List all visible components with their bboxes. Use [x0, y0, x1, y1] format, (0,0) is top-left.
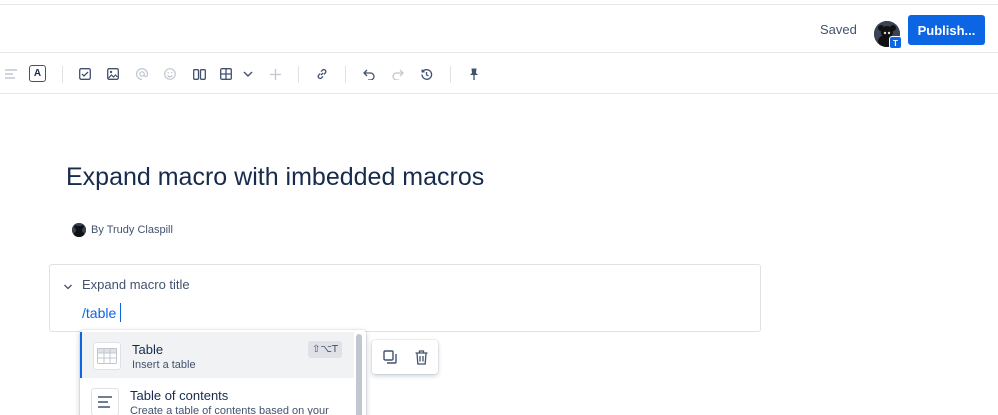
- author-name[interactable]: By Trudy Claspill: [91, 224, 173, 236]
- emoji-icon[interactable]: [162, 66, 178, 82]
- toolbar-separator: [450, 66, 451, 83]
- slash-command-menu: Table Insert a table ⇧⌥T Table of conten…: [80, 330, 366, 415]
- menu-item-title: Table of contents: [130, 388, 229, 403]
- table-icon[interactable]: [218, 66, 234, 82]
- keyboard-shortcut: ⇧⌥T: [308, 341, 343, 358]
- pin-icon[interactable]: [466, 66, 482, 82]
- layout-icon[interactable]: [191, 66, 207, 82]
- toc-icon: [91, 388, 119, 415]
- scrollbar-thumb[interactable]: [356, 334, 362, 415]
- toolbar-separator: [62, 66, 63, 83]
- link-icon[interactable]: [314, 66, 330, 82]
- plus-icon[interactable]: [267, 66, 283, 82]
- mention-icon[interactable]: [134, 66, 150, 82]
- menu-item-table-of-contents[interactable]: Table of contents Create a table of cont…: [80, 378, 354, 415]
- author-avatar[interactable]: [72, 223, 86, 237]
- byline: By Trudy Claspill: [72, 222, 173, 238]
- menu-scrollbar[interactable]: [356, 332, 362, 415]
- chevron-down-icon[interactable]: [240, 66, 256, 82]
- image-icon[interactable]: [105, 66, 121, 82]
- expand-title-field[interactable]: Expand macro title: [82, 277, 190, 292]
- history-icon[interactable]: [418, 66, 434, 82]
- align-left-icon[interactable]: [3, 66, 19, 82]
- slash-command-input[interactable]: /table: [82, 305, 116, 321]
- text-color-icon[interactable]: A: [29, 65, 46, 82]
- copy-icon[interactable]: [381, 348, 399, 366]
- text-cursor: [120, 303, 121, 322]
- expand-macro[interactable]: Expand macro title /table: [49, 264, 761, 332]
- menu-item-description: Create a table of contents based on your: [130, 405, 329, 415]
- undo-icon[interactable]: [361, 66, 377, 82]
- table-icon: [93, 342, 121, 370]
- menu-item-title: Table: [132, 342, 164, 357]
- menu-item-table[interactable]: Table Insert a table ⇧⌥T: [80, 332, 354, 378]
- publish-button[interactable]: Publish...: [908, 15, 985, 45]
- user-avatar[interactable]: T: [874, 21, 902, 49]
- toolbar-separator: [298, 66, 299, 83]
- checkbox-icon[interactable]: [77, 66, 93, 82]
- avatar-badge: T: [889, 36, 902, 49]
- editor-toolbar: A: [0, 54, 998, 94]
- macro-floating-toolbar: [372, 340, 438, 374]
- redo-icon[interactable]: [390, 66, 406, 82]
- editor-header: Saved T Publish...: [0, 5, 998, 53]
- trash-icon[interactable]: [412, 348, 430, 366]
- toolbar-separator: [345, 66, 346, 83]
- menu-item-description: Insert a table: [132, 359, 196, 371]
- chevron-down-icon[interactable]: [63, 279, 73, 290]
- save-status: Saved: [820, 22, 857, 37]
- page-title[interactable]: Expand macro with imbedded macros: [66, 163, 484, 192]
